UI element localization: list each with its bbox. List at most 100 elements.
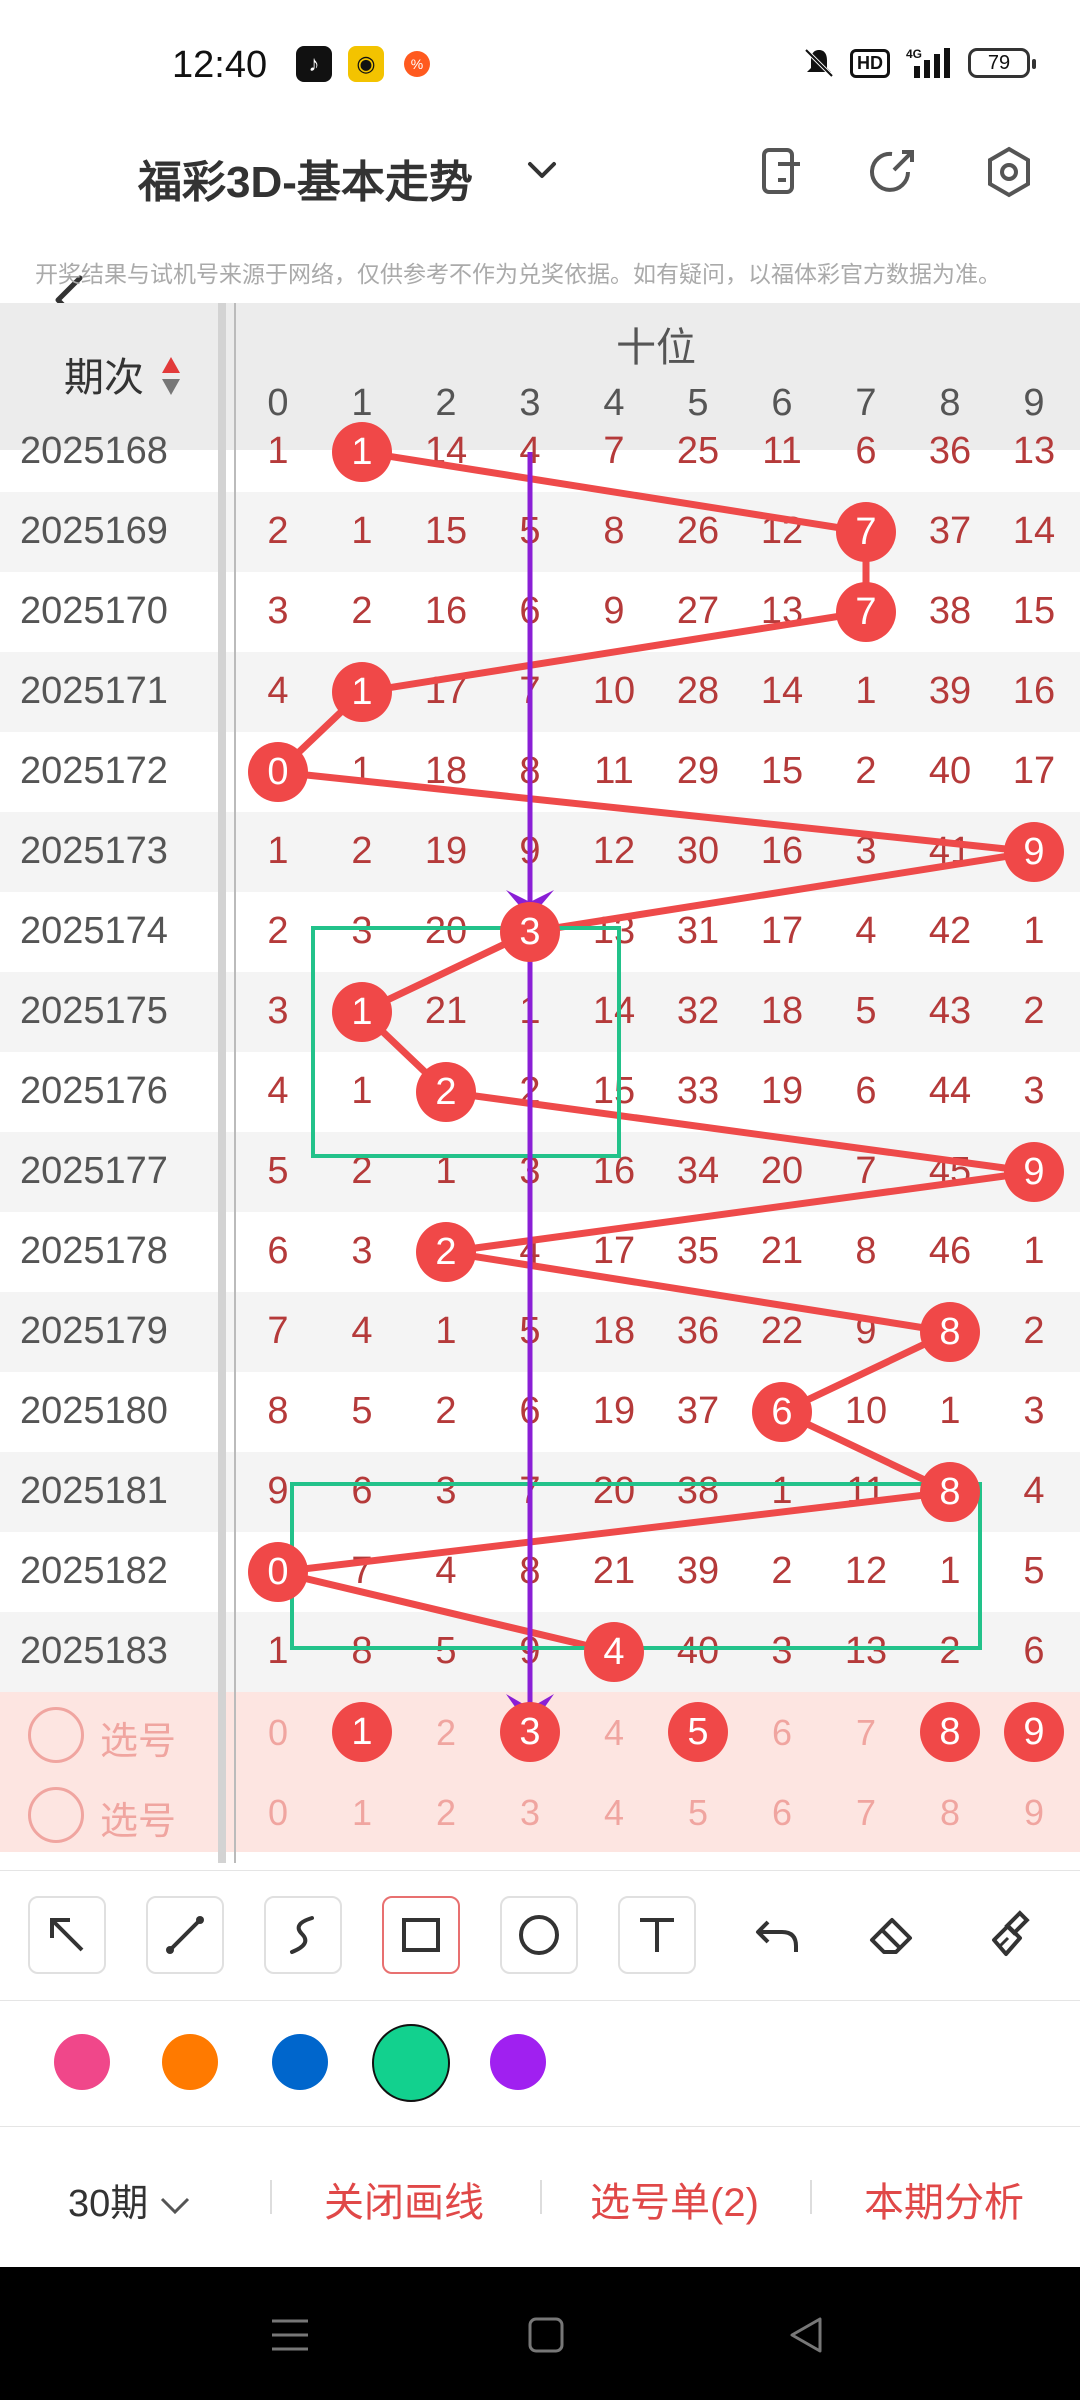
omission-value: 2 xyxy=(351,830,373,872)
period-number: 2025170 xyxy=(20,590,168,632)
selected-number-ball[interactable]: 9 xyxy=(1004,1702,1064,1762)
period-count-select[interactable]: 30期 xyxy=(68,2172,192,2227)
omission-value: 1 xyxy=(939,1390,961,1432)
home-icon[interactable] xyxy=(526,2315,566,2355)
omission-value: 22 xyxy=(760,1310,804,1352)
pick-row-label: 选号 xyxy=(100,1801,177,1843)
selected-number-ball[interactable]: 5 xyxy=(668,1702,728,1762)
action-separator xyxy=(810,2180,812,2214)
omission-value: 17 xyxy=(760,910,804,952)
color-swatch-selected[interactable] xyxy=(372,2024,450,2102)
pick-number[interactable]: 4 xyxy=(572,1712,656,1754)
omission-value: 11 xyxy=(762,430,802,472)
pick-number[interactable]: 2 xyxy=(404,1792,488,1834)
share-icon[interactable] xyxy=(868,146,918,196)
omission-value: 21 xyxy=(424,990,468,1032)
pick-number[interactable]: 6 xyxy=(740,1712,824,1754)
omission-value: 28 xyxy=(676,670,720,712)
selected-number-ball[interactable]: 8 xyxy=(920,1702,980,1762)
omission-value: 34 xyxy=(676,1150,720,1192)
phone-layout-icon[interactable] xyxy=(758,146,806,196)
omission-value: 3 xyxy=(855,830,877,872)
period-number: 2025174 xyxy=(20,910,168,952)
omission-value: 7 xyxy=(855,1150,877,1192)
eraser-icon xyxy=(870,1918,912,1954)
omission-value: 9 xyxy=(519,830,541,872)
undo-button[interactable] xyxy=(738,1896,816,1974)
curve-tool-button[interactable] xyxy=(264,1896,342,1974)
close-draw-button[interactable]: 关闭画线 xyxy=(324,2170,484,2228)
pick-number[interactable]: 6 xyxy=(740,1792,824,1834)
period-number: 2025178 xyxy=(20,1230,168,1272)
omission-value: 7 xyxy=(519,670,541,712)
pick-number[interactable]: 8 xyxy=(908,1792,992,1834)
omission-value: 33 xyxy=(676,1070,720,1112)
omission-value: 8 xyxy=(519,1550,541,1592)
arrow-tool-button[interactable] xyxy=(28,1896,106,1974)
pick-number[interactable]: 1 xyxy=(320,1792,404,1834)
pick-row-radio[interactable] xyxy=(28,1787,84,1843)
page-title[interactable]: 福彩3D-基本走势 xyxy=(138,146,473,210)
omission-value: 39 xyxy=(676,1550,720,1592)
line-tool-button[interactable] xyxy=(146,1896,224,1974)
battery-indicator: 79 xyxy=(968,48,1036,78)
color-swatch[interactable] xyxy=(162,2034,218,2090)
omission-value: 16 xyxy=(1012,670,1056,712)
omission-value: 45 xyxy=(928,1150,972,1192)
omission-value: 3 xyxy=(435,1470,457,1512)
omission-value: 32 xyxy=(676,990,720,1032)
hit-ball: 0 xyxy=(248,1542,308,1602)
omission-value: 3 xyxy=(267,590,289,632)
pick-number[interactable]: 7 xyxy=(824,1792,908,1834)
period-number: 2025182 xyxy=(20,1550,168,1592)
period-analysis-button[interactable]: 本期分析 xyxy=(864,2170,1024,2228)
omission-value: 38 xyxy=(676,1470,720,1512)
settings-icon[interactable] xyxy=(984,146,1034,198)
pick-number[interactable]: 9 xyxy=(992,1792,1076,1834)
omission-value: 5 xyxy=(1023,1550,1045,1592)
omission-value: 9 xyxy=(267,1470,289,1512)
chevron-down-icon[interactable] xyxy=(524,158,560,182)
color-swatch[interactable] xyxy=(272,2034,328,2090)
hit-ball: 8 xyxy=(920,1302,980,1362)
color-swatch[interactable] xyxy=(490,2034,546,2090)
pick-number[interactable]: 0 xyxy=(236,1792,320,1834)
hit-ball: 1 xyxy=(332,422,392,482)
selected-number-ball[interactable]: 1 xyxy=(332,1702,392,1762)
pick-number[interactable]: 2 xyxy=(404,1712,488,1754)
pick-number[interactable]: 3 xyxy=(488,1792,572,1834)
omission-value: 5 xyxy=(519,1310,541,1352)
omission-value: 2 xyxy=(267,910,289,952)
pick-number[interactable]: 5 xyxy=(656,1792,740,1834)
color-swatch[interactable] xyxy=(54,2034,110,2090)
pick-number[interactable]: 7 xyxy=(824,1712,908,1754)
omission-value: 9 xyxy=(855,1310,877,1352)
eraser-button[interactable] xyxy=(852,1896,930,1974)
omission-value: 41 xyxy=(928,830,972,872)
pick-number[interactable]: 0 xyxy=(236,1712,320,1754)
omission-value: 2 xyxy=(267,510,289,552)
period-number: 2025175 xyxy=(20,990,168,1032)
omission-value: 4 xyxy=(519,430,541,472)
period-number: 2025169 xyxy=(20,510,168,552)
line-icon xyxy=(166,1916,204,1954)
back-icon[interactable] xyxy=(786,2315,826,2355)
selected-number-ball[interactable]: 3 xyxy=(500,1702,560,1762)
omission-value: 29 xyxy=(676,750,720,792)
menu-icon[interactable] xyxy=(268,2315,312,2355)
hd-badge: HD xyxy=(850,48,890,78)
pick-list-button[interactable]: 选号单(2) xyxy=(590,2170,759,2228)
text-icon xyxy=(640,1918,674,1952)
rectangle-tool-button[interactable] xyxy=(382,1896,460,1974)
pick-row-radio[interactable] xyxy=(28,1707,84,1763)
omission-value: 21 xyxy=(592,1550,636,1592)
action-separator xyxy=(540,2180,542,2214)
omission-value: 15 xyxy=(592,1070,636,1112)
text-tool-button[interactable] xyxy=(618,1896,696,1974)
clear-all-button[interactable] xyxy=(972,1896,1050,1974)
period-number: 2025171 xyxy=(20,670,168,712)
arrow-icon xyxy=(50,1918,84,1952)
circle-tool-button[interactable] xyxy=(500,1896,578,1974)
pick-number[interactable]: 4 xyxy=(572,1792,656,1834)
action-separator xyxy=(270,2180,272,2214)
